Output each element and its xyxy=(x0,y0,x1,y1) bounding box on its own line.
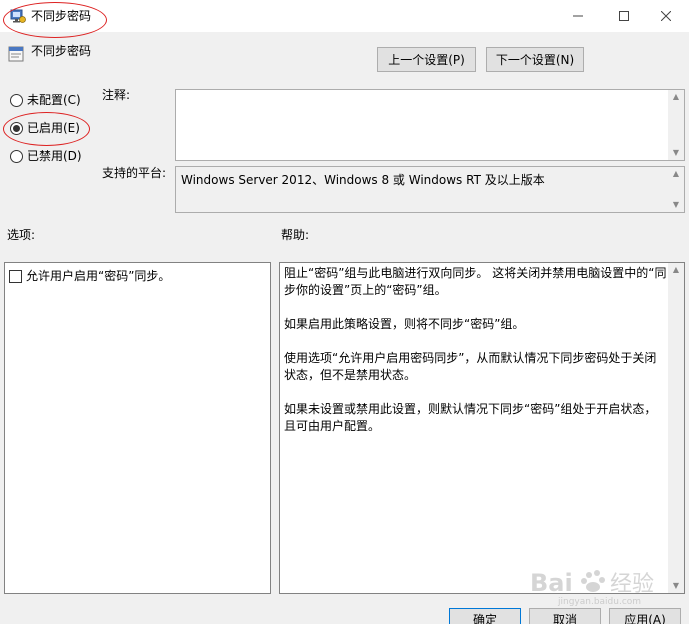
platform-value: Windows Server 2012、Windows 8 或 Windows … xyxy=(181,173,545,187)
radio-label: 已禁用(D) xyxy=(27,149,82,163)
maximize-button[interactable] xyxy=(601,0,647,32)
scroll-up-icon[interactable]: ▲ xyxy=(672,93,680,101)
help-paragraph: 阻止“密码”组与此电脑进行双向同步。 这将关闭并禁用电脑设置中的“同步你的设置”… xyxy=(284,266,667,297)
comment-scrollbar[interactable]: ▲ ▼ xyxy=(668,90,684,160)
close-button[interactable] xyxy=(643,0,689,32)
minimize-button[interactable] xyxy=(555,0,601,32)
annotation-ellipse-title xyxy=(3,2,107,38)
scroll-up-icon[interactable]: ▲ xyxy=(672,266,680,274)
policy-name: 不同步密码 xyxy=(31,44,92,58)
annotation-ellipse-enabled xyxy=(3,112,90,146)
radio-label: 未配置(C) xyxy=(27,93,81,107)
watermark-logo: Bai 经验 jingyan.baidu.com xyxy=(528,563,684,607)
radio-circle[interactable] xyxy=(10,93,23,107)
scroll-up-icon[interactable]: ▲ xyxy=(672,170,680,178)
radio-circle[interactable] xyxy=(10,149,23,163)
radio-disabled[interactable]: 已禁用(D) xyxy=(10,148,82,164)
maximize-icon xyxy=(619,11,629,21)
help-scrollbar[interactable]: ▲ ▼ xyxy=(668,263,684,593)
cancel-button[interactable]: 取消 xyxy=(529,608,601,624)
allow-password-sync-label: 允许用户启用“密码”同步。 xyxy=(26,269,171,283)
ok-button[interactable]: 确定 xyxy=(449,608,521,624)
previous-setting-button[interactable]: 上一个设置(P) xyxy=(377,47,476,72)
scroll-down-icon[interactable]: ▼ xyxy=(672,149,680,157)
platform-scrollbar[interactable]: ▲ ▼ xyxy=(668,167,684,212)
radio-not-configured[interactable]: 未配置(C) xyxy=(10,92,81,108)
minimize-icon xyxy=(573,15,583,17)
policy-setting-icon xyxy=(8,46,24,62)
platform-label: 支持的平台: xyxy=(102,166,167,180)
apply-button[interactable]: 应用(A) xyxy=(609,608,681,624)
close-icon xyxy=(661,11,671,21)
help-paragraph: 如果未设置或禁用此设置，则默认情况下同步“密码”组处于开启状态，且可由用户配置。 xyxy=(284,402,657,433)
allow-password-sync-checkbox[interactable] xyxy=(9,269,22,283)
comment-label: 注释: xyxy=(102,88,131,102)
next-setting-button[interactable]: 下一个设置(N) xyxy=(486,47,584,72)
svg-text:jingyan.baidu.com: jingyan.baidu.com xyxy=(557,597,641,607)
help-label: 帮助: xyxy=(281,228,310,242)
options-pane: 允许用户启用“密码”同步。 xyxy=(4,262,271,594)
platform-field: Windows Server 2012、Windows 8 或 Windows … xyxy=(175,166,685,213)
svg-text:Bai: Bai xyxy=(530,569,573,597)
allow-password-sync-option[interactable]: 允许用户启用“密码”同步。 xyxy=(9,269,170,283)
scroll-down-icon[interactable]: ▼ xyxy=(672,201,680,209)
help-paragraph: 使用选项“允许用户启用密码同步”，从而默认情况下同步密码处于关闭状态，但不是禁用… xyxy=(284,351,657,382)
help-paragraph: 如果启用此策略设置，则将不同步“密码”组。 xyxy=(284,317,525,331)
options-label: 选项: xyxy=(7,228,36,242)
help-text: 阻止“密码”组与此电脑进行双向同步。 这将关闭并禁用电脑设置中的“同步你的设置”… xyxy=(284,265,668,452)
comment-textarea[interactable]: ▲ ▼ xyxy=(175,89,685,161)
help-pane: 阻止“密码”组与此电脑进行双向同步。 这将关闭并禁用电脑设置中的“同步你的设置”… xyxy=(279,262,685,594)
svg-text:经验: 经验 xyxy=(610,572,654,597)
